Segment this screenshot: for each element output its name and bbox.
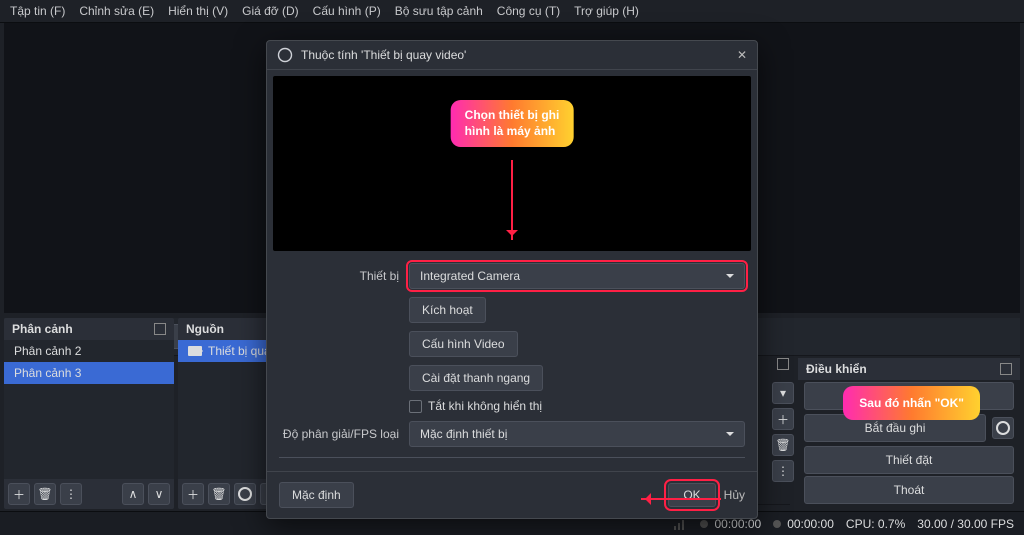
activate-button[interactable]: Kích hoạt xyxy=(409,297,486,323)
crossbar-button[interactable]: Cài đặt thanh ngang xyxy=(409,365,543,391)
delete-source-button[interactable]: 🗑 xyxy=(208,483,230,505)
add-scene-button[interactable]: ＋ xyxy=(8,483,30,505)
scene-item[interactable]: Phân cảnh 2 xyxy=(4,340,174,362)
menu-edit[interactable]: Chỉnh sửa (E) xyxy=(79,4,154,18)
resolution-select-value: Mặc định thiết bị xyxy=(420,427,507,441)
delete-scene-button[interactable]: 🗑 xyxy=(34,483,56,505)
controls-panel: Điều khiển Bắt đầu phát luồng Bắt đầu gh… xyxy=(798,358,1020,506)
menu-view[interactable]: Hiển thị (V) xyxy=(168,4,228,18)
gear-icon xyxy=(238,487,252,501)
annotation-top: Chọn thiết bị ghi hình là máy ảnh xyxy=(451,100,574,147)
gear-icon xyxy=(996,421,1010,435)
scene-down-button[interactable]: ∨ xyxy=(148,483,170,505)
device-select[interactable]: Integrated Camera xyxy=(409,263,745,289)
controls-title: Điều khiển xyxy=(806,362,867,376)
fps-counter: 30.00 / 30.00 FPS xyxy=(917,517,1014,531)
transition-del[interactable]: 🗑 xyxy=(772,434,794,456)
scene-up-button[interactable]: ∧ xyxy=(122,483,144,505)
cancel-button[interactable]: Hủy xyxy=(724,488,745,502)
menu-help[interactable]: Trợ giúp (H) xyxy=(574,4,639,18)
menu-tools[interactable]: Công cụ (T) xyxy=(497,4,560,18)
config-video-button[interactable]: Cấu hình Video xyxy=(409,331,518,357)
chevron-down-icon xyxy=(726,274,734,282)
add-source-button[interactable]: ＋ xyxy=(182,483,204,505)
resolution-select[interactable]: Mặc định thiết bị xyxy=(409,421,745,447)
scene-menu-button[interactable]: ⋮ xyxy=(60,483,82,505)
menu-bar: Tập tin (F) Chỉnh sửa (E) Hiển thị (V) G… xyxy=(0,0,1024,23)
rec-time: 00:00:00 xyxy=(787,517,834,531)
menu-dock[interactable]: Giá đỡ (D) xyxy=(242,4,299,18)
transition-caret[interactable]: ▾ xyxy=(772,382,794,404)
camera-icon xyxy=(188,346,202,356)
properties-dialog: Thuộc tính 'Thiết bị quay video' ✕ Chọn … xyxy=(266,40,758,519)
record-settings-button[interactable] xyxy=(992,417,1014,439)
chevron-down-icon xyxy=(726,432,734,440)
network-icon xyxy=(674,518,688,530)
annotation-ok: Sau đó nhấn "OK" xyxy=(843,386,980,420)
exit-button[interactable]: Thoát xyxy=(804,476,1014,504)
source-settings-button[interactable] xyxy=(234,483,256,505)
annotation-arrow xyxy=(511,160,513,240)
popout-icon[interactable] xyxy=(154,323,166,335)
checkbox-icon xyxy=(409,400,422,413)
dialog-title: Thuộc tính 'Thiết bị quay video' xyxy=(301,48,466,62)
popout-icon[interactable] xyxy=(777,358,789,370)
menu-file[interactable]: Tập tin (F) xyxy=(10,4,65,18)
resolution-label: Độ phân giải/FPS loại xyxy=(279,427,399,441)
transition-side-toolbar: ▾ ＋ 🗑 ⋮ xyxy=(772,358,794,482)
settings-button[interactable]: Thiết đặt xyxy=(804,446,1014,474)
menu-scene-collection[interactable]: Bộ sưu tập cảnh xyxy=(395,4,483,18)
scenes-title: Phân cảnh xyxy=(12,322,73,336)
dialog-preview: Chọn thiết bị ghi hình là máy ảnh xyxy=(273,76,751,251)
transition-add[interactable]: ＋ xyxy=(772,408,794,430)
menu-profile[interactable]: Cấu hình (P) xyxy=(313,4,381,18)
ok-button[interactable]: OK xyxy=(668,483,715,507)
device-select-value: Integrated Camera xyxy=(420,269,520,283)
sources-title: Nguồn xyxy=(186,322,224,336)
annotation-arrow xyxy=(641,498,721,500)
popout-icon[interactable] xyxy=(1000,363,1012,375)
device-label: Thiết bị xyxy=(279,269,399,283)
live-dot-icon xyxy=(700,520,708,528)
defaults-button[interactable]: Mặc định xyxy=(279,482,354,508)
obs-logo-icon xyxy=(277,47,293,63)
close-button[interactable]: ✕ xyxy=(737,48,747,62)
rec-dot-icon xyxy=(773,520,781,528)
hide-when-inactive-checkbox[interactable]: Tắt khi không hiển thị xyxy=(409,399,542,413)
scene-item[interactable]: Phân cảnh 3 xyxy=(4,362,174,384)
scenes-panel: Phân cảnh Phân cảnh 2 Phân cảnh 3 ＋ 🗑 ⋮ … xyxy=(4,318,174,509)
cpu-usage: CPU: 0.7% xyxy=(846,517,905,531)
